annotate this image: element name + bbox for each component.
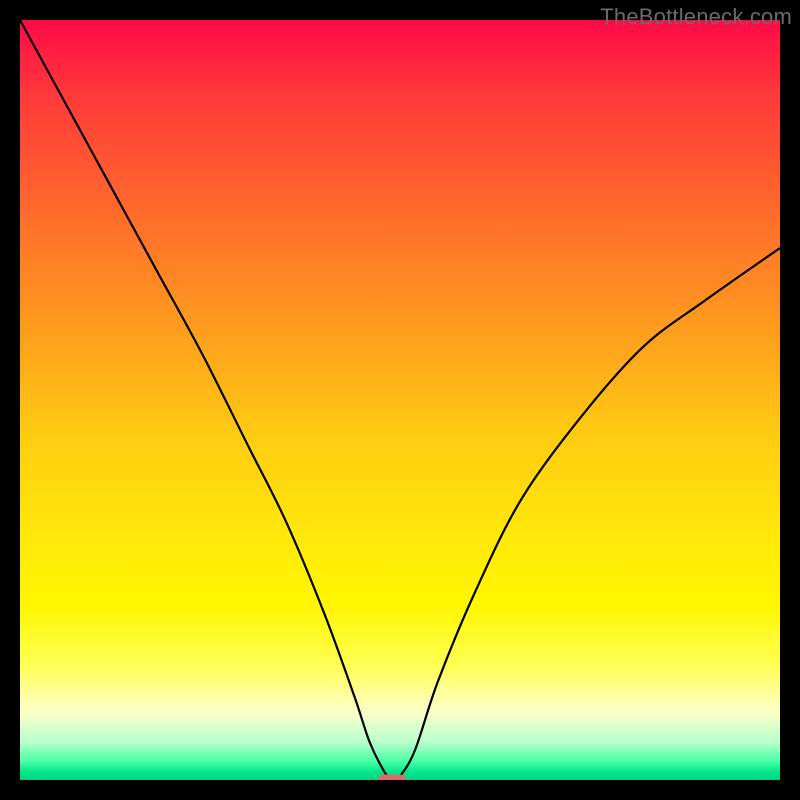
bottleneck-curve	[20, 20, 780, 780]
plot-area	[20, 20, 780, 780]
chart-frame: TheBottleneck.com	[0, 0, 800, 800]
watermark-text: TheBottleneck.com	[600, 4, 792, 30]
minimum-marker	[378, 775, 406, 781]
curve-path	[20, 20, 780, 780]
